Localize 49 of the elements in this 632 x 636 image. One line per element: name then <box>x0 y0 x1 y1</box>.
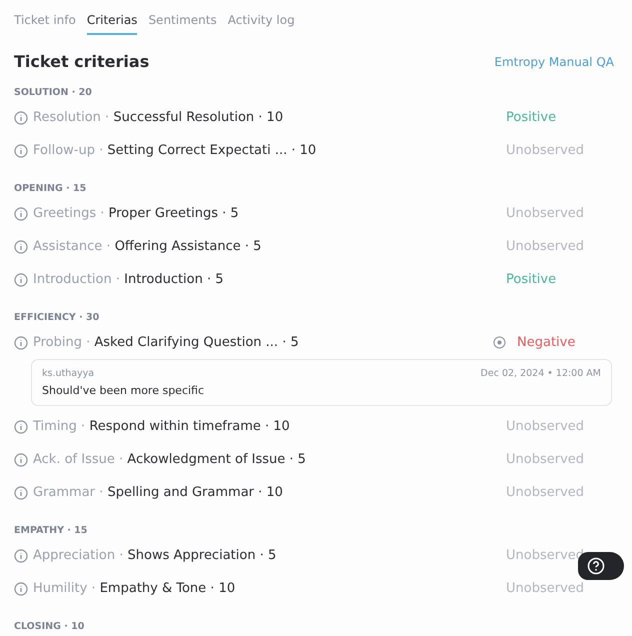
status-label: Unobserved <box>506 143 584 158</box>
group-header: EFFICIENCY · 30 <box>13 312 100 325</box>
tab[interactable]: Ticket info <box>14 13 76 35</box>
status-label: Negative <box>517 335 576 350</box>
info-icon[interactable] <box>14 582 28 596</box>
info-icon[interactable] <box>14 452 28 466</box>
info-icon[interactable] <box>14 110 28 124</box>
criterion-label: Introduction · Introduction · 5 <box>33 272 224 287</box>
status-label: Unobserved <box>506 452 584 467</box>
info-icon[interactable] <box>14 336 28 350</box>
info-icon[interactable] <box>14 486 28 500</box>
criterion-label: Appreciation · Shows Appreciation · 5 <box>33 548 276 563</box>
info-icon[interactable] <box>14 548 28 562</box>
info-icon[interactable] <box>14 144 28 158</box>
status-label: Unobserved <box>506 239 584 254</box>
status-label: Unobserved <box>506 548 584 563</box>
info-icon[interactable] <box>14 272 28 286</box>
criterion-label: Timing · Respond within timeframe · 10 <box>33 419 290 434</box>
criterion-label: Assistance · Offering Assistance · 5 <box>33 239 262 254</box>
info-icon[interactable] <box>14 240 28 254</box>
status-label: Positive <box>506 110 556 125</box>
criterion-label: Greetings · Proper Greetings · 5 <box>33 206 239 221</box>
status-label: Unobserved <box>506 485 584 500</box>
tab[interactable]: Sentiments <box>148 13 217 35</box>
criterion-label: Humility · Empathy & Tone · 10 <box>33 581 236 596</box>
group-header: EMPATHY · 15 <box>13 525 88 538</box>
group-header: OPENING · 15 <box>13 183 88 196</box>
section-title: Ticket criterias <box>14 52 150 71</box>
badge-icon <box>493 336 506 349</box>
criterion-label: Probing · Asked Clarifying Question ... · 5 <box>33 335 299 350</box>
criterion-label: Resolution · Successful Resolution · 10 <box>33 110 284 125</box>
info-icon[interactable] <box>14 206 28 220</box>
status-label: Unobserved <box>506 581 584 596</box>
criterion-label: Grammar · Spelling and Grammar · 10 <box>33 485 283 500</box>
source-link[interactable]: Emtropy Manual QA <box>494 54 614 68</box>
criterion-label: Follow-up · Setting Correct Expectati ... · 10 <box>33 143 316 158</box>
status-label: Unobserved <box>506 419 584 434</box>
group-header: SOLUTION · 20 <box>13 87 93 100</box>
tab[interactable]: Criterias <box>86 13 138 35</box>
comment-time: Dec 02, 2024 • 12:00 AM <box>480 368 601 379</box>
status-label: Positive <box>506 272 556 287</box>
criterion-label: Ack. of Issue · Ackowledgment of Issue · 5 <box>33 452 306 467</box>
tab[interactable]: Activity log <box>228 13 295 35</box>
comment-author: ks.uthayya <box>42 368 96 379</box>
comment-text: Should've been more specific <box>42 384 206 397</box>
status-label: Unobserved <box>506 206 584 221</box>
info-icon[interactable] <box>14 420 28 434</box>
help-icon[interactable] <box>587 557 605 575</box>
group-header: CLOSING · 10 <box>13 621 86 634</box>
